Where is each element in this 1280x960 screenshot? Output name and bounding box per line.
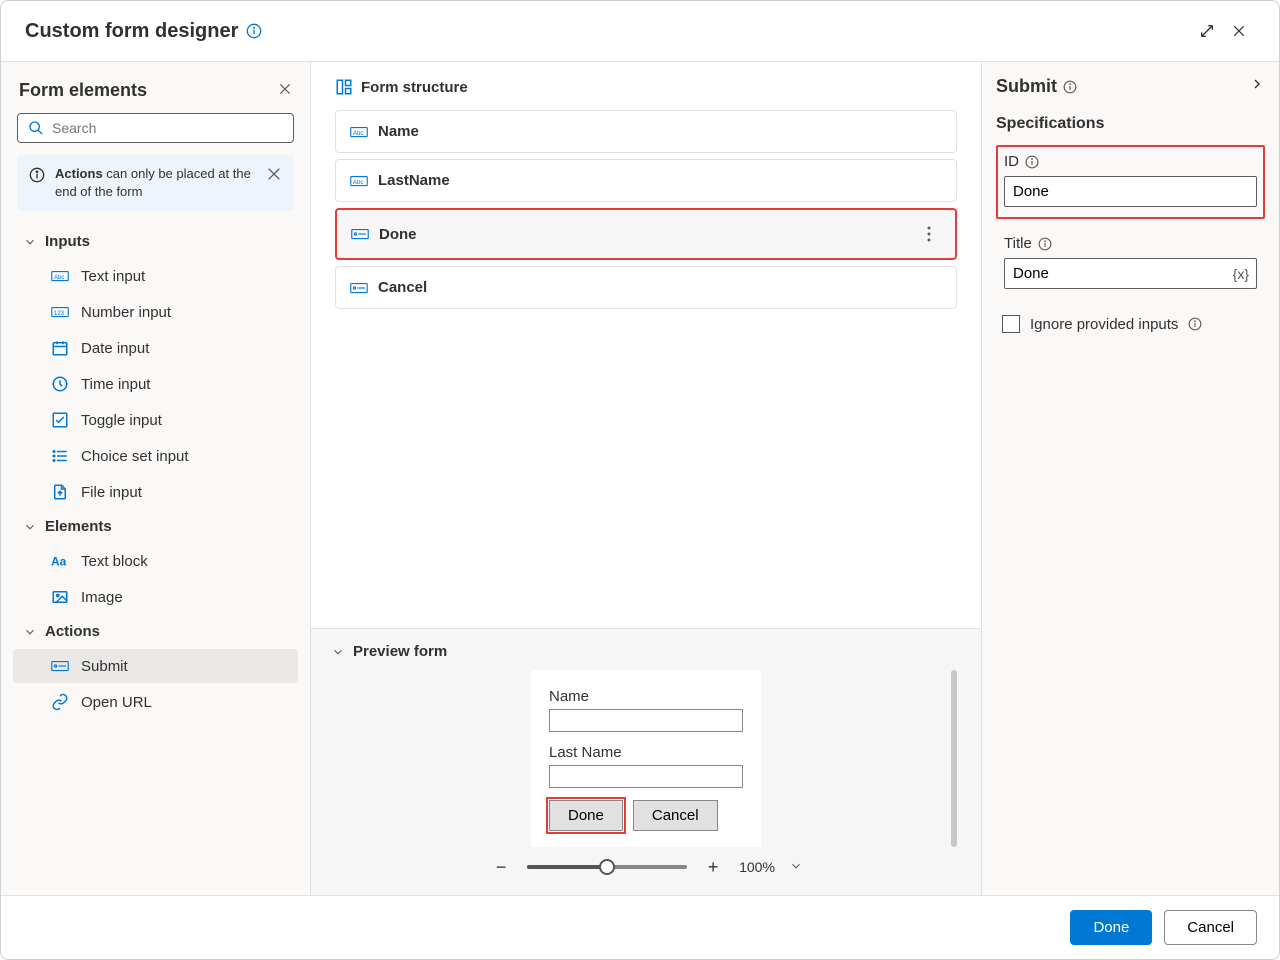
- group-elements[interactable]: Elements: [13, 510, 298, 543]
- item-file-input[interactable]: File input: [13, 475, 298, 509]
- panel-title: Submit: [996, 76, 1057, 97]
- time-input-icon: [51, 375, 69, 393]
- choice-set-icon: [51, 447, 69, 465]
- dialog-footer: Done Cancel: [1, 895, 1279, 959]
- title-field-box: Title {x}: [996, 227, 1265, 301]
- close-icon[interactable]: [1223, 15, 1255, 47]
- item-toggle-input[interactable]: Toggle input: [13, 403, 298, 437]
- submit-icon: [350, 281, 368, 295]
- close-panel-icon[interactable]: [278, 82, 292, 99]
- preview-cancel-button[interactable]: Cancel: [633, 800, 718, 831]
- preview-scrollbar[interactable]: [951, 670, 957, 847]
- search-field[interactable]: [52, 120, 283, 136]
- info-icon[interactable]: [246, 23, 262, 39]
- item-text-input[interactable]: Abc Text input: [13, 259, 298, 293]
- preview-area: Preview form Name Last Name Done Cancel: [311, 628, 981, 895]
- expand-icon[interactable]: [1191, 15, 1223, 47]
- id-label: ID: [1004, 153, 1019, 170]
- item-open-url[interactable]: Open URL: [13, 685, 298, 719]
- open-url-icon: [51, 693, 69, 711]
- file-input-icon: [51, 483, 69, 501]
- item-time-input[interactable]: Time input: [13, 367, 298, 401]
- info-icon[interactable]: [1063, 80, 1077, 94]
- id-field-box: ID: [996, 145, 1265, 219]
- group-actions[interactable]: Actions: [13, 615, 298, 648]
- dialog-title: Custom form designer: [25, 20, 238, 43]
- ignore-inputs-checkbox[interactable]: [1002, 315, 1020, 333]
- svg-text:Abc: Abc: [353, 180, 363, 186]
- specifications-label: Specifications: [996, 115, 1265, 133]
- text-block-icon: Aa: [51, 552, 69, 570]
- structure-row-done[interactable]: Done: [335, 208, 957, 260]
- info-icon[interactable]: [1038, 237, 1052, 251]
- zoom-out-button[interactable]: −: [489, 855, 513, 879]
- submit-icon: [51, 657, 69, 675]
- toggle-input-icon: [51, 411, 69, 429]
- preview-card: Name Last Name Done Cancel: [531, 670, 761, 847]
- alert-close-icon[interactable]: [266, 165, 282, 181]
- zoom-value: 100%: [739, 859, 775, 875]
- preview-done-button[interactable]: Done: [549, 800, 623, 831]
- item-text-block[interactable]: Aa Text block: [13, 544, 298, 578]
- zoom-in-button[interactable]: +: [701, 855, 725, 879]
- structure-title: Form structure: [361, 79, 468, 96]
- properties-panel: Submit Specifications ID: [981, 62, 1279, 895]
- zoom-slider[interactable]: [527, 865, 687, 869]
- structure-row-cancel[interactable]: Cancel: [335, 266, 957, 309]
- title-label: Title: [1004, 235, 1032, 252]
- kebab-icon[interactable]: [917, 222, 941, 246]
- form-elements-panel: Form elements Actions can only be placed…: [1, 62, 311, 895]
- preview-header[interactable]: Preview form: [331, 643, 961, 660]
- svg-text:Aa: Aa: [51, 555, 67, 569]
- ignore-inputs-label: Ignore provided inputs: [1030, 316, 1178, 333]
- done-button[interactable]: Done: [1070, 910, 1152, 945]
- text-input-icon: Abc: [350, 174, 368, 188]
- info-icon[interactable]: [1025, 155, 1039, 169]
- item-choice-set-input[interactable]: Choice set input: [13, 439, 298, 473]
- number-input-icon: 123: [51, 303, 69, 321]
- structure-row-lastname[interactable]: Abc LastName: [335, 159, 957, 202]
- image-icon: [51, 588, 69, 606]
- svg-text:123: 123: [54, 311, 65, 317]
- id-input[interactable]: [1004, 176, 1257, 207]
- info-icon[interactable]: [1188, 317, 1202, 331]
- text-input-icon: Abc: [350, 125, 368, 139]
- form-structure-area: Form structure Abc Name Abc LastName Don…: [311, 62, 981, 628]
- fx-token-icon[interactable]: {x}: [1233, 266, 1249, 282]
- item-image[interactable]: Image: [13, 580, 298, 614]
- structure-row-name[interactable]: Abc Name: [335, 110, 957, 153]
- item-submit[interactable]: Submit: [13, 649, 298, 683]
- text-input-icon: Abc: [51, 267, 69, 285]
- preview-label-lastname: Last Name: [549, 744, 743, 761]
- preview-input-name[interactable]: [549, 709, 743, 732]
- preview-label-name: Name: [549, 688, 743, 705]
- group-inputs[interactable]: Inputs: [13, 225, 298, 258]
- svg-text:Abc: Abc: [54, 275, 64, 281]
- sidebar-title: Form elements: [19, 80, 147, 101]
- date-input-icon: [51, 339, 69, 357]
- preview-input-lastname[interactable]: [549, 765, 743, 788]
- item-number-input[interactable]: 123 Number input: [13, 295, 298, 329]
- title-input[interactable]: [1004, 258, 1257, 289]
- zoom-chevron-icon[interactable]: [789, 859, 803, 876]
- info-alert: Actions can only be placed at the end of…: [17, 155, 294, 211]
- collapse-panel-icon[interactable]: [1249, 76, 1265, 97]
- cancel-button[interactable]: Cancel: [1164, 910, 1257, 945]
- dialog-header: Custom form designer: [1, 1, 1279, 62]
- svg-text:Abc: Abc: [353, 131, 363, 137]
- item-date-input[interactable]: Date input: [13, 331, 298, 365]
- submit-icon: [351, 227, 369, 241]
- search-input[interactable]: [17, 113, 294, 143]
